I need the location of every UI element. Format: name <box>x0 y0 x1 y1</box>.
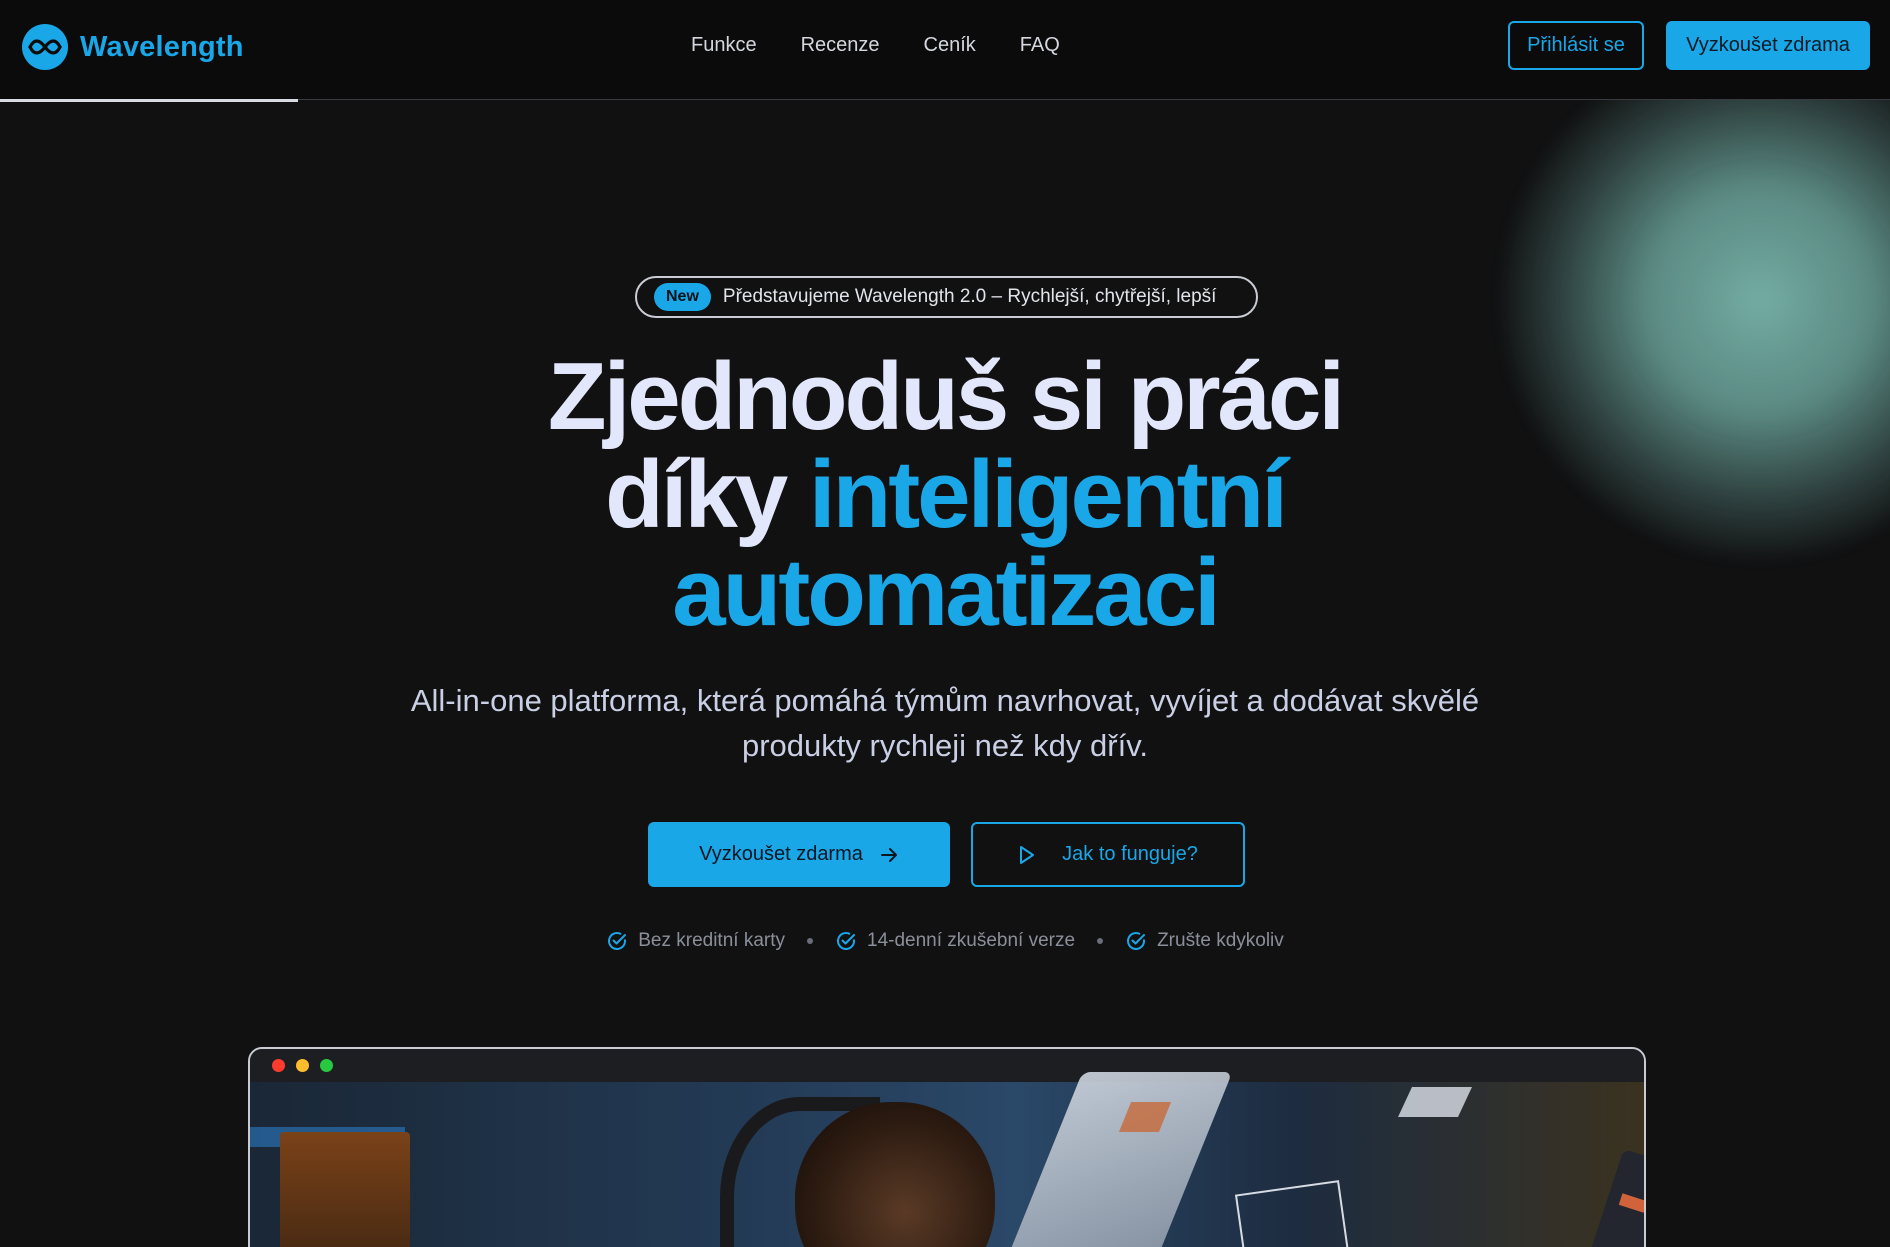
wave-logo-icon <box>22 24 68 70</box>
feature-label: Bez kreditní karty <box>638 930 785 951</box>
headline-line-2-accent: inteligentní <box>808 441 1288 548</box>
nav-item-cenik[interactable]: Ceník <box>924 30 976 60</box>
nav-item-funkce[interactable]: Funkce <box>691 30 757 60</box>
check-circle-icon <box>1125 930 1147 952</box>
check-circle-icon <box>606 930 628 952</box>
photo-floating-tablet <box>997 1072 1233 1247</box>
maximize-dot <box>320 1059 333 1072</box>
feature-label: Zrušte kdykoliv <box>1157 930 1284 951</box>
headline-line-2-plain: díky <box>605 441 809 548</box>
hero-photo <box>250 1072 1644 1247</box>
login-button[interactable]: Přihlásit se <box>1508 21 1644 70</box>
announcement-pill[interactable]: New Představujeme Wavelength 2.0 – Rychl… <box>635 276 1258 318</box>
hero-subtitle: All-in-one platforma, která pomáhá týmům… <box>300 678 1590 768</box>
headline-line-3-accent: automatizaci <box>672 539 1220 646</box>
new-badge: New <box>654 283 711 311</box>
header-active-indicator <box>0 99 298 102</box>
brand-name: Wavelength <box>80 30 244 63</box>
arrow-right-icon <box>880 847 899 863</box>
headline-line-1: Zjednoduš si práci <box>547 343 1345 450</box>
try-free-label: Vyzkoušet zdarma <box>699 843 863 865</box>
feature-list: Bez kreditní karty 14-denní zkušební ver… <box>0 930 1890 952</box>
feature-label: 14-denní zkušební verze <box>867 930 1076 951</box>
nav-item-faq[interactable]: FAQ <box>1020 30 1060 60</box>
minimize-dot <box>296 1059 309 1072</box>
landing-page: Wavelength Funkce Recenze Ceník FAQ Přih… <box>0 0 1890 1247</box>
separator-dot <box>1097 938 1104 944</box>
feature-item: 14-denní zkušební verze <box>835 930 1075 952</box>
header-trial-button[interactable]: Vyzkoušet zdrama <box>1666 21 1870 70</box>
subtitle-line-1: All-in-one platforma, která pomáhá týmům… <box>410 683 1480 718</box>
check-circle-icon <box>835 930 857 952</box>
feature-item: Bez kreditní karty <box>606 930 785 952</box>
separator-dot <box>807 938 813 944</box>
photo-orange-block <box>280 1132 410 1247</box>
hero-headline: Zjednoduš si práci díky inteligentní aut… <box>0 348 1890 642</box>
how-it-works-label: Jak to funguje? <box>1062 843 1198 865</box>
logo[interactable]: Wavelength <box>22 24 244 70</box>
photo-floating-card <box>1398 1087 1472 1117</box>
announcement-text: Představujeme Wavelength 2.0 – Rychlejší… <box>722 286 1217 307</box>
site-header: Wavelength Funkce Recenze Ceník FAQ Přih… <box>0 0 1890 100</box>
close-dot <box>272 1059 285 1072</box>
main-nav: Funkce Recenze Ceník FAQ <box>691 30 1060 60</box>
subtitle-line-2: produkty rychleji než kdy dřív. <box>741 728 1149 763</box>
browser-mockup <box>248 1047 1646 1247</box>
nav-item-recenze[interactable]: Recenze <box>801 30 880 60</box>
play-icon <box>1018 845 1036 865</box>
browser-titlebar <box>250 1049 1644 1082</box>
feature-item: Zrušte kdykoliv <box>1125 930 1284 952</box>
how-it-works-button[interactable]: Jak to funguje? <box>971 822 1245 887</box>
try-free-button[interactable]: Vyzkoušet zdarma <box>648 822 950 887</box>
photo-envelope <box>1234 1180 1351 1247</box>
